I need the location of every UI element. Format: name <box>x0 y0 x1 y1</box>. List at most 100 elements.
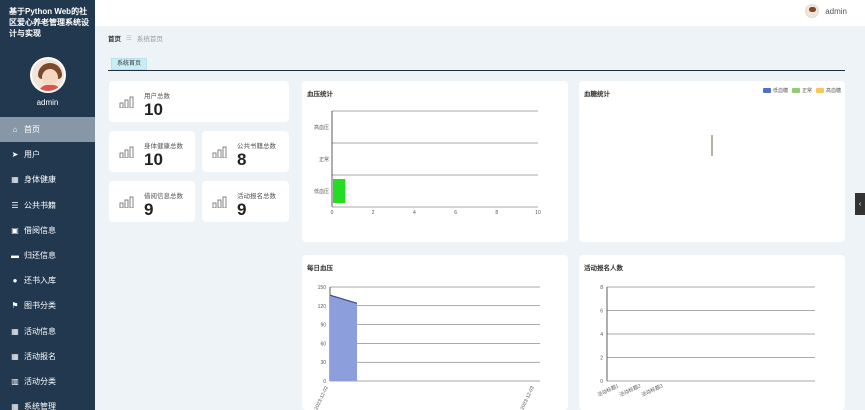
sidebar: 基于Python Web的社区爱心养老管理系统设计与实现 admin ⌂ 首页 ➤ 用… <box>0 0 95 410</box>
sidebar-profile: admin <box>0 57 95 107</box>
send-icon: ➤ <box>11 150 19 160</box>
x-tick-label: 2 <box>372 210 375 216</box>
y-tick-label: 低血压 <box>314 188 329 195</box>
stat-label: 活动报名总数 <box>237 193 276 200</box>
stat-value: 8 <box>237 150 247 169</box>
sidebar-item[interactable]: ☰ 公共书籍 <box>0 193 95 218</box>
admin-name: admin <box>36 98 59 107</box>
location-icon: ● <box>12 276 18 286</box>
bar-chart-icon <box>212 146 228 158</box>
sidebar-item-label: 首页 <box>24 125 40 135</box>
top-bar: admin <box>95 0 865 26</box>
y-tick-label: 0 <box>600 379 603 385</box>
y-tick-label: 30 <box>320 360 326 366</box>
collapse-toggle-icon[interactable]: ‹ <box>855 193 865 215</box>
bar-chart-icon <box>119 196 135 208</box>
blood-pressure-chart: 低血压 正常 高血压 0 2 4 6 8 10 <box>314 110 541 216</box>
bar <box>333 179 346 203</box>
x-tick-label: 2023-12-02 <box>314 385 330 410</box>
grid-icon: ▦ <box>11 402 19 410</box>
sidebar-item[interactable]: ▥ 活动分类 <box>0 369 95 394</box>
breadcrumb-home[interactable]: 首页 <box>108 33 121 43</box>
flag-icon: ⚑ <box>11 301 19 311</box>
stat-card-users: 用户总数 10 <box>109 81 289 122</box>
stat-value: 10 <box>144 150 163 169</box>
sidebar-item-label: 归还信息 <box>24 251 56 261</box>
x-tick-label: 2023-12-03 <box>520 385 536 410</box>
breadcrumb-current: 系统首页 <box>136 36 163 43</box>
x-tick-label: 活动标题2 <box>618 382 642 398</box>
y-tick-label: 高血压 <box>314 124 329 131</box>
y-tick-label: 0 <box>323 379 326 385</box>
sidebar-item[interactable]: ● 还书入库 <box>0 268 95 293</box>
y-tick-label: 4 <box>600 332 603 338</box>
y-tick-label: 8 <box>600 285 603 291</box>
top-username[interactable]: admin <box>825 7 847 16</box>
stat-label: 身体健康总数 <box>144 143 183 150</box>
sidebar-item[interactable]: ▣ 借阅信息 <box>0 218 95 243</box>
x-tick-label: 8 <box>495 210 498 216</box>
sidebar-item[interactable]: ▦ 身体健康 <box>0 167 95 192</box>
stat-card-borrow: 借阅信息总数 9 <box>109 181 195 222</box>
breadcrumb-separator-icon: ☰ <box>126 35 132 42</box>
x-tick-label: 0 <box>331 210 334 216</box>
x-tick-label: 10 <box>535 210 541 216</box>
sidebar-item[interactable]: ▬ 归还信息 <box>0 243 95 268</box>
stat-value: 9 <box>237 200 247 219</box>
y-tick-label: 正常 <box>319 156 329 163</box>
system-title: 基于Python Web的社区爱心养老管理系统设计与实现 <box>9 7 89 38</box>
sidebar-item[interactable]: ➤ 用户 <box>0 142 95 167</box>
signup-count-chart: 02468活动标题1活动标题2活动标题3 <box>596 285 815 398</box>
grid-icon: ▦ <box>11 326 19 336</box>
breadcrumb: 首页 ☰ 系统首页 <box>108 33 163 43</box>
x-tick-label: 活动标题3 <box>640 382 664 398</box>
x-tick-label: 6 <box>454 210 457 216</box>
tab-system-home[interactable]: 系统首页 <box>111 58 148 70</box>
sidebar-item[interactable]: ▦ 系统管理 <box>0 394 95 410</box>
user-avatar-icon[interactable] <box>805 4 820 18</box>
blood-pressure-chart-card: 血压统计 低血压 正常 高血压 0 2 4 6 8 10 <box>302 81 568 242</box>
sidebar-item-label: 还书入库 <box>24 276 56 286</box>
user-menu[interactable]: admin <box>805 4 847 18</box>
stat-label: 用户总数 <box>144 93 170 100</box>
daily-bp-chart: 0 30 60 90 120 150 2023-12-02 2023-12-03 <box>314 285 540 410</box>
y-tick-label: 2 <box>600 356 603 362</box>
grid-icon: ▦ <box>11 351 19 361</box>
bar-chart-icon <box>119 96 135 108</box>
sidebar-item-label: 用户 <box>24 150 40 160</box>
blood-sugar-chart <box>711 135 713 156</box>
sliders-icon: ☰ <box>11 200 19 210</box>
home-icon: ⌂ <box>12 125 18 135</box>
sidebar-item[interactable]: ⚑ 图书分类 <box>0 293 95 318</box>
stat-card-health: 身体健康总数 10 <box>109 131 195 172</box>
stat-label: 公共书籍总数 <box>237 143 276 150</box>
chart-mark <box>711 135 713 156</box>
grid-icon: ▦ <box>11 175 19 185</box>
sidebar-item-label: 借阅信息 <box>24 225 56 235</box>
signup-count-chart-card: 活动报名人数 0 2 4 6 8 活动标题1 活动标题2 活动标题3 <box>579 255 845 410</box>
avatar[interactable] <box>29 57 66 93</box>
blood-sugar-chart-card: 血糖统计 低血糖 正常 高血糖 <box>579 81 845 242</box>
sidebar-item-label: 活动报名 <box>24 351 56 361</box>
stat-value: 9 <box>144 200 154 219</box>
x-tick-label: 4 <box>413 210 416 216</box>
y-tick-label: 60 <box>320 341 326 347</box>
stat-label: 借阅信息总数 <box>144 193 183 200</box>
area-fill <box>330 295 357 381</box>
sidebar-item[interactable]: ⌂ 首页 <box>0 117 95 143</box>
tab-bar: 系统首页 <box>108 56 845 71</box>
y-tick-label: 90 <box>320 323 326 329</box>
bar-chart-icon <box>212 196 228 208</box>
chat-icon: ▬ <box>11 251 19 261</box>
sidebar-item[interactable]: ▦ 活动信息 <box>0 319 95 344</box>
clipboard-icon: ▣ <box>11 225 19 235</box>
sidebar-item-label: 身体健康 <box>24 175 56 185</box>
y-tick-label: 6 <box>600 309 603 315</box>
stat-card-signup: 活动报名总数 9 <box>202 181 289 222</box>
stat-card-books: 公共书籍总数 8 <box>202 131 289 172</box>
sidebar-item-label: 系统管理 <box>24 402 56 410</box>
sidebar-item[interactable]: ▦ 活动报名 <box>0 344 95 369</box>
stat-value: 10 <box>144 100 163 119</box>
y-tick-label: 150 <box>318 285 327 291</box>
sidebar-item-label: 活动分类 <box>24 376 56 386</box>
